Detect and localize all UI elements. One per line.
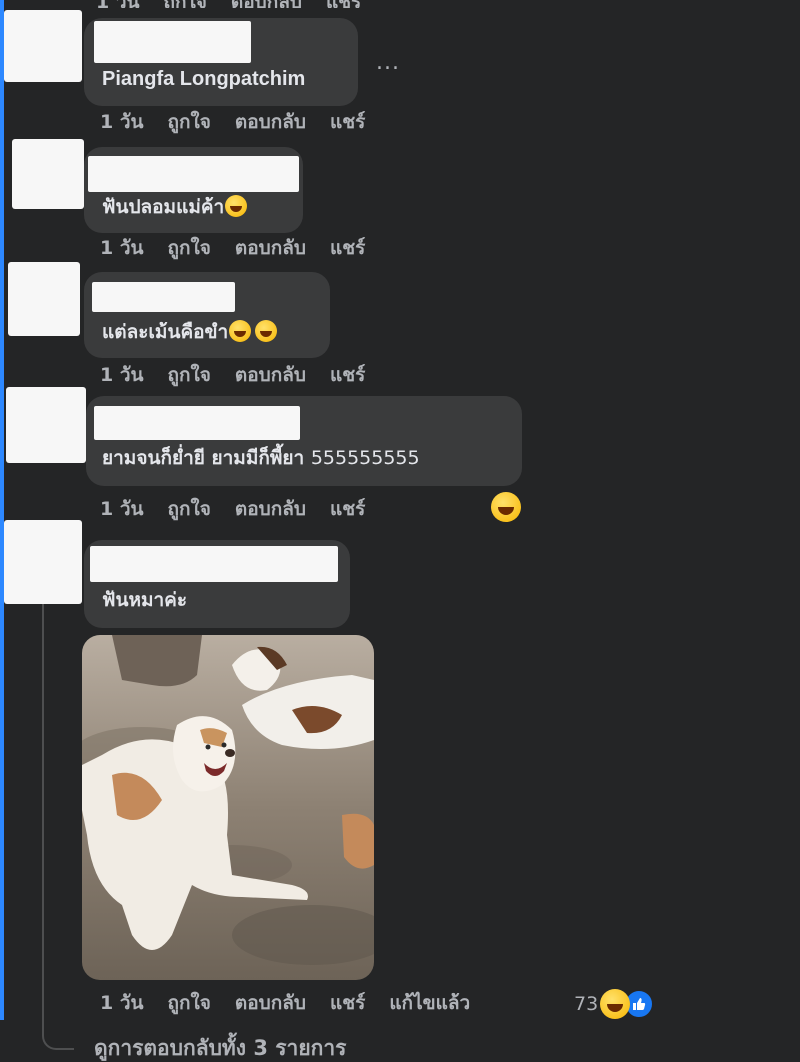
dog-photo-image [82, 635, 374, 980]
author-name-redacted[interactable] [90, 546, 338, 582]
grinning-squinting-emoji-icon [600, 989, 631, 1019]
reply-link[interactable]: ตอบกลับ [235, 498, 306, 520]
share-link[interactable]: แชร์ [330, 111, 365, 133]
rolling-laughing-emoji-icon [225, 195, 248, 217]
comment-body: แต่ละเม้นคือขำ [102, 321, 229, 343]
time-link[interactable]: 1 วัน [100, 992, 144, 1014]
share-link[interactable]: แชร์ [330, 498, 365, 520]
like-link[interactable]: ถูกใจ [168, 237, 211, 259]
comment-actions: 1 วัน ถูกใจ ตอบกลับ แชร์ แก้ไขแล้ว [100, 991, 494, 1015]
tears-of-joy-emoji-icon [229, 320, 252, 342]
edited-label: แก้ไขแล้ว [389, 992, 471, 1014]
comment-actions: 1 วัน ถูกใจ ตอบกลับ แชร์ [100, 363, 389, 387]
comment-body: ยามจนก็ย่ำยี ยามมีก็พี้ยา [102, 447, 305, 469]
time-link[interactable]: 1 วัน [100, 498, 144, 520]
tears-of-joy-emoji-icon [255, 320, 278, 342]
comment-body: ฟันปลอมแม่ค้า [102, 196, 225, 218]
time-link[interactable]: 1 วัน [100, 237, 144, 259]
mentioned-user-link[interactable]: Piangfa Longpatchim [102, 68, 305, 90]
comment-laugh-number: 555555555 [310, 447, 420, 469]
comment-text: แต่ละเม้นคือขำ [102, 320, 278, 344]
share-link[interactable]: แชร์ [330, 237, 365, 259]
time-link[interactable]: 1 วัน [100, 111, 144, 133]
like-link[interactable]: ถูกใจ [168, 364, 211, 386]
comment-photo[interactable] [82, 635, 374, 980]
comment-0-actions: 1 วัน ถูกใจ ตอบกลับ แชร์ [96, 0, 385, 8]
time-link[interactable]: 1 วัน [96, 0, 140, 8]
comment-actions: 1 วัน ถูกใจ ตอบกลับ แชร์ [100, 110, 389, 134]
like-link[interactable]: ถูกใจ [168, 111, 211, 133]
reaction-summary[interactable]: 73 [574, 989, 655, 1019]
comment-text: ยามจนก็ย่ำยี ยามมีก็พี้ยา 555555555 [102, 446, 420, 470]
grinning-squinting-emoji-icon [491, 492, 521, 522]
avatar[interactable] [4, 10, 82, 82]
share-link[interactable]: แชร์ [330, 364, 365, 386]
author-name-redacted[interactable] [94, 406, 300, 440]
more-options-button[interactable]: ... [376, 50, 400, 75]
reaction-summary[interactable] [490, 492, 521, 522]
avatar[interactable] [6, 387, 86, 463]
comment-actions: 1 วัน ถูกใจ ตอบกลับ แชร์ [100, 236, 389, 260]
comment-text: ฟันหมาค่ะ [102, 588, 187, 612]
reply-link[interactable]: ตอบกลับ [235, 364, 306, 386]
author-name-redacted[interactable] [94, 21, 251, 63]
reply-link[interactable]: ตอบกลับ [235, 237, 306, 259]
reaction-count: 73 [574, 993, 599, 1015]
share-link[interactable]: แชร์ [326, 0, 361, 8]
time-link[interactable]: 1 วัน [100, 364, 144, 386]
like-link[interactable]: ถูกใจ [168, 992, 211, 1014]
view-replies-link[interactable]: ดูการตอบกลับทั้ง 3 รายการ [94, 1032, 346, 1062]
avatar[interactable] [12, 139, 84, 209]
reply-thread-line [42, 600, 74, 1050]
avatar[interactable] [8, 262, 80, 336]
comment-body: ฟันหมาค่ะ [102, 589, 188, 611]
avatar[interactable] [4, 520, 82, 604]
share-link[interactable]: แชร์ [330, 992, 365, 1014]
reply-link[interactable]: ตอบกลับ [231, 0, 302, 8]
reply-link[interactable]: ตอบกลับ [235, 992, 306, 1014]
comments-section: 1 วันถูกใจตอบกลับแชร์ Piangfa Longpatchi… [0, 0, 800, 1062]
author-name-redacted[interactable] [88, 156, 299, 192]
like-link[interactable]: ถูกใจ [168, 498, 211, 520]
reply-link[interactable]: ตอบกลับ [235, 111, 306, 133]
comment-text: ฟันปลอมแม่ค้า [102, 195, 248, 219]
author-name-redacted[interactable] [92, 282, 235, 312]
like-link[interactable]: ถูกใจ [164, 0, 207, 8]
left-accent-strip [0, 0, 4, 1020]
comment-text: Piangfa Longpatchim [102, 67, 305, 91]
comment-actions: 1 วัน ถูกใจ ตอบกลับ แชร์ [100, 497, 389, 521]
thumbs-up-icon [633, 998, 646, 1010]
